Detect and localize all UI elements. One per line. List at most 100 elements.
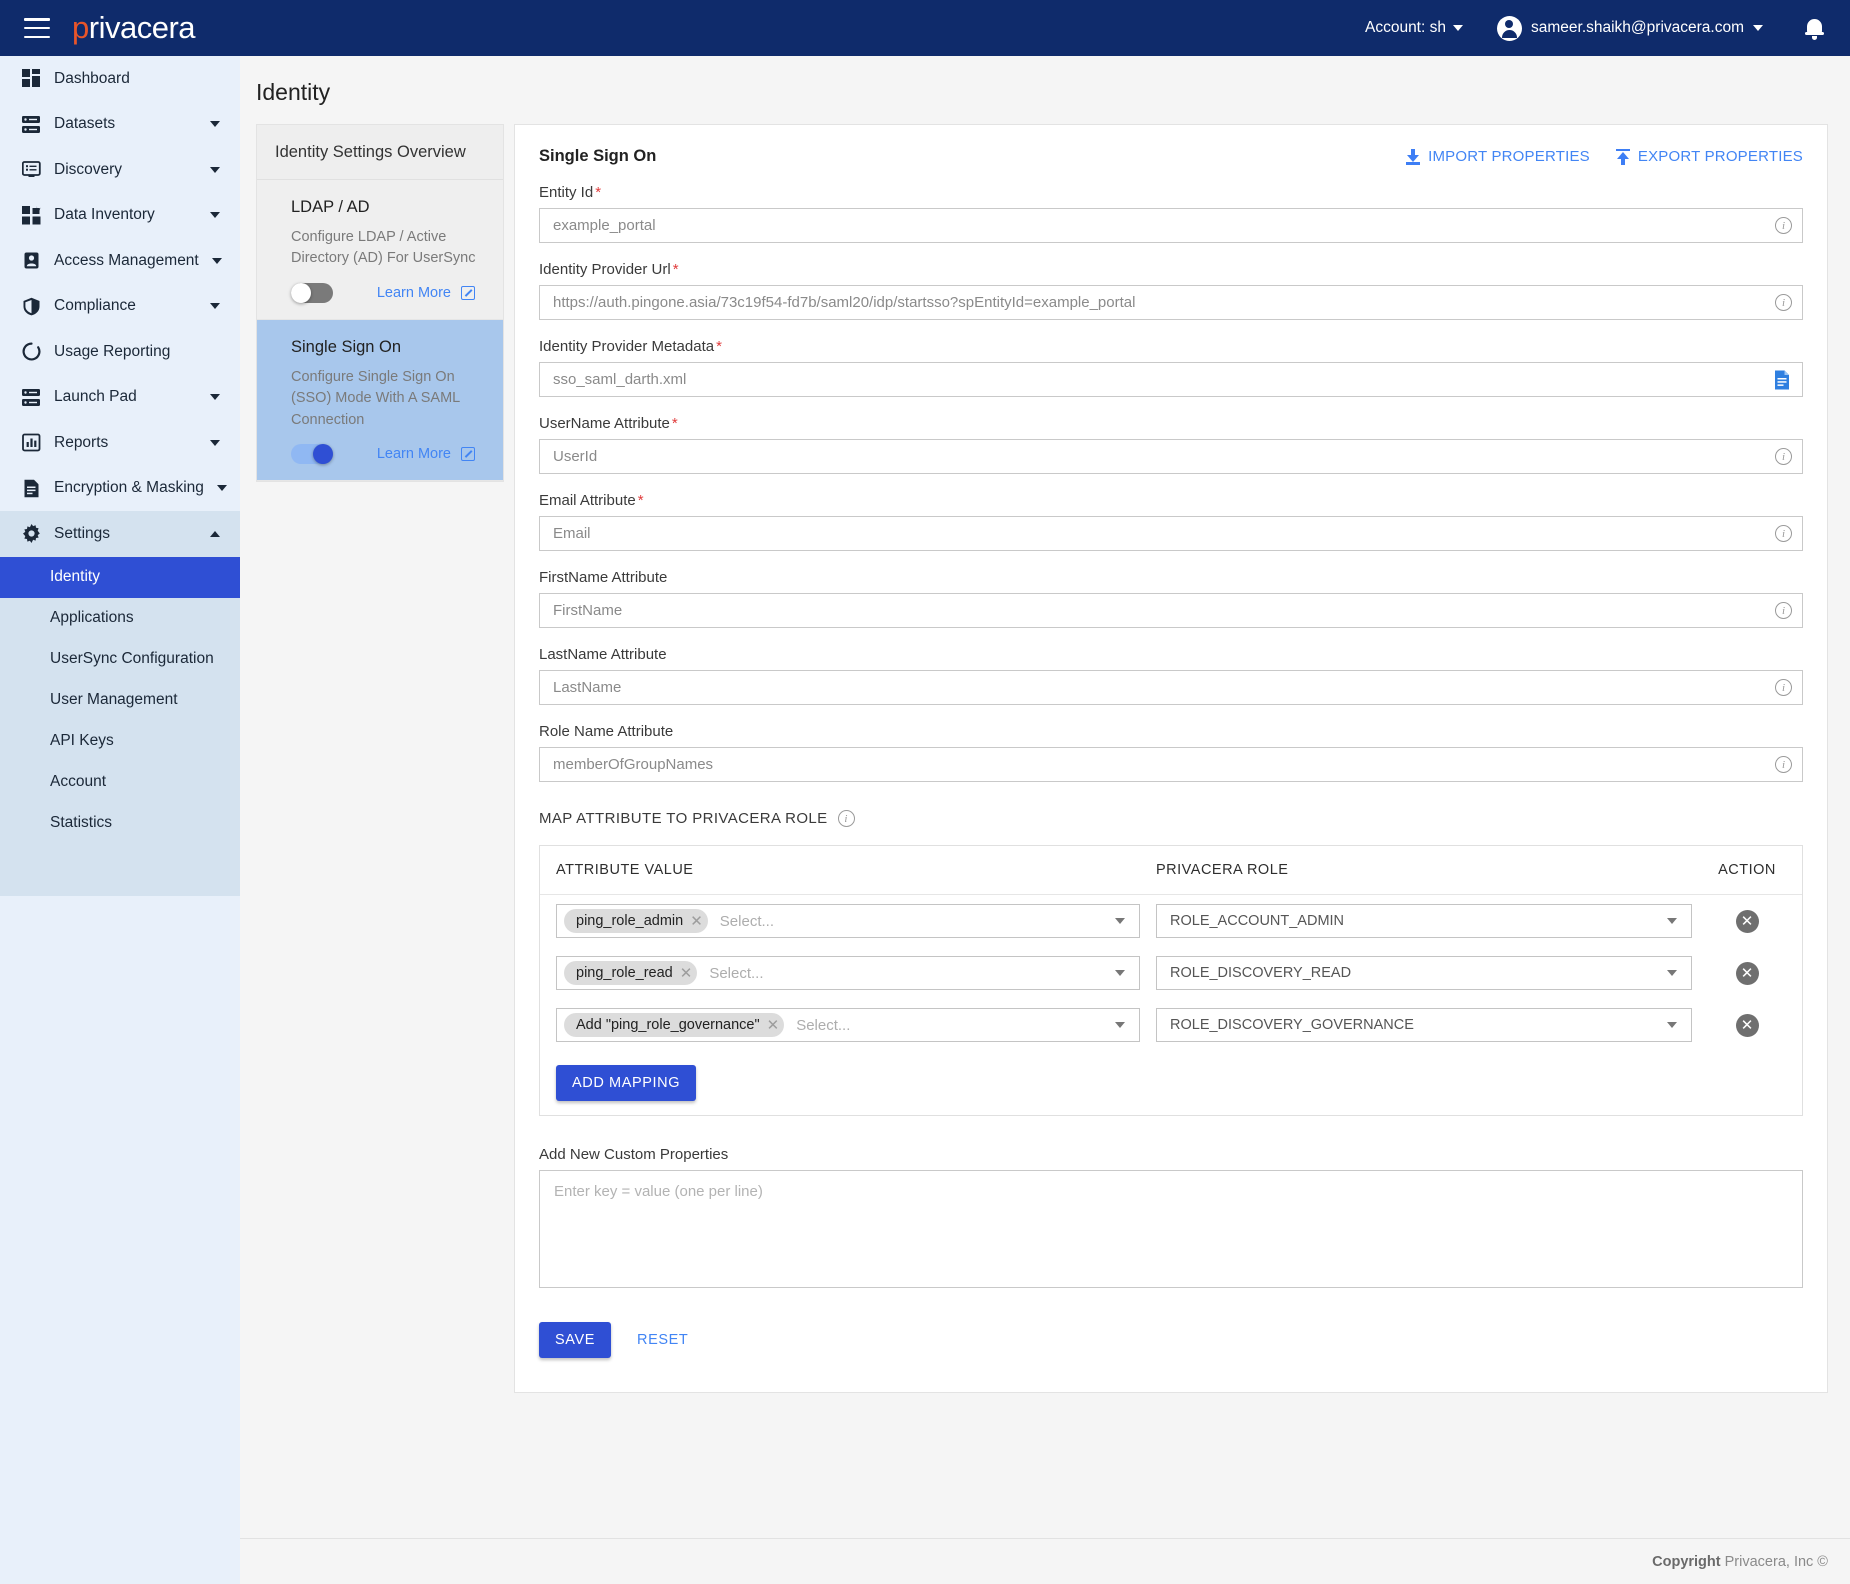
sidebar-item-encryption-masking[interactable]: Encryption & Masking: [0, 466, 240, 512]
learn-more-label: Learn More: [376, 284, 451, 301]
info-icon[interactable]: i: [1775, 525, 1792, 542]
sidebar-item-label: Launch Pad: [54, 388, 137, 406]
sidebar-item-settings[interactable]: Settings: [0, 511, 240, 557]
info-icon[interactable]: i: [1775, 217, 1792, 234]
info-icon[interactable]: i: [1775, 679, 1792, 696]
sidebar-item-account[interactable]: Account: [0, 762, 240, 803]
save-button[interactable]: SAVE: [539, 1322, 612, 1358]
sidebar-item-dashboard[interactable]: Dashboard: [0, 56, 240, 102]
sidebar-item-identity[interactable]: Identity: [0, 556, 240, 598]
field-label: Email Attribute *: [539, 492, 1803, 509]
overview-card-description: Configure Single Sign On (SSO) Mode With…: [291, 368, 460, 428]
ldap-ad-toggle[interactable]: [291, 282, 333, 303]
role-name-attribute-input[interactable]: [540, 756, 1775, 773]
chip-remove-icon[interactable]: ✕: [680, 966, 693, 981]
usage-reporting-icon: [22, 342, 41, 361]
field-identity-provider-url: Identity Provider Url* i: [539, 261, 1803, 320]
field-username-attribute: UserName Attribute* i: [539, 415, 1803, 474]
field-label: LastName Attribute: [539, 646, 667, 663]
privacera-role-select-2[interactable]: ROLE_DISCOVERY_READ: [1156, 956, 1692, 990]
sidebar-item-user-management[interactable]: User Management: [0, 680, 240, 721]
sso-toggle[interactable]: [291, 444, 333, 465]
info-icon[interactable]: i: [1775, 602, 1792, 619]
identity-provider-url-input[interactable]: [540, 294, 1775, 311]
sidebar-item-reports[interactable]: Reports: [0, 420, 240, 466]
launch-pad-icon: [22, 388, 41, 407]
chip-remove-icon[interactable]: ✕: [767, 1018, 780, 1033]
delete-mapping-icon[interactable]: ✕: [1735, 1013, 1759, 1037]
sidebar-item-datasets[interactable]: Datasets: [0, 102, 240, 148]
attribute-value-select-1[interactable]: ping_role_admin ✕ Select...: [556, 904, 1140, 938]
privacera-role-cell: ROLE_DISCOVERY_READ: [1140, 956, 1692, 990]
notification-bell-icon[interactable]: [1805, 17, 1824, 40]
email-attribute-input[interactable]: [540, 525, 1775, 542]
attribute-value-cell: ping_role_admin ✕ Select...: [540, 904, 1140, 938]
export-properties-button[interactable]: EXPORT PROPERTIES: [1615, 148, 1803, 165]
chip-label: Add "ping_role_governance": [576, 1017, 760, 1033]
import-properties-button[interactable]: IMPORT PROPERTIES: [1406, 148, 1590, 165]
sidebar-item-label: Datasets: [54, 115, 116, 133]
sidebar-item-api-keys[interactable]: API Keys: [0, 721, 240, 762]
chevron-down-icon: [1452, 25, 1463, 31]
sidebar-item-usage-reporting[interactable]: Usage Reporting: [0, 329, 240, 375]
overview-card-ldap-ad[interactable]: LDAP / AD Configure LDAP / Active Direct…: [257, 180, 503, 320]
input-wrapper: i: [539, 208, 1803, 243]
attribute-value-select-2[interactable]: ping_role_read ✕ Select...: [556, 956, 1140, 990]
sidebar-item-usersync-configuration[interactable]: UserSync Configuration: [0, 639, 240, 680]
map-attribute-title-text: MAP ATTRIBUTE TO PRIVACERA ROLE: [539, 810, 828, 827]
logo-text: rivacera: [88, 10, 196, 45]
file-upload-icon[interactable]: [1772, 369, 1792, 391]
overview-card-single-sign-on[interactable]: Single Sign On Configure Single Sign On …: [257, 319, 503, 482]
add-mapping-row: ADD MAPPING: [540, 1051, 1802, 1115]
avatar-icon: [1496, 15, 1522, 41]
reset-button[interactable]: RESET: [637, 1332, 688, 1348]
label-text: Entity Id: [539, 184, 594, 201]
ldap-ad-learn-more-link[interactable]: Learn More: [377, 285, 475, 301]
field-email-attribute: Email Attribute* i: [539, 492, 1803, 551]
sidebar-item-statistics[interactable]: Statistics: [0, 803, 240, 844]
chip-remove-icon[interactable]: ✕: [690, 914, 703, 929]
hamburger-menu-icon[interactable]: [24, 18, 50, 38]
field-label: Identity Provider Url *: [539, 261, 1803, 278]
table-row: ping_role_read ✕ Select... ROLE_DISCOVERY…: [540, 947, 1802, 999]
overview-card-description: Configure LDAP / Active Directory (AD) F…: [291, 229, 476, 267]
lastname-attribute-input[interactable]: [540, 679, 1775, 696]
identity-provider-metadata-input[interactable]: [540, 371, 1772, 388]
privacera-role-select-3[interactable]: ROLE_DISCOVERY_GOVERNANCE: [1156, 1008, 1692, 1042]
username-attribute-input[interactable]: [540, 448, 1775, 465]
page-title: Identity: [256, 79, 331, 105]
add-mapping-button[interactable]: ADD MAPPING: [556, 1065, 697, 1101]
account-selector[interactable]: Account: sh: [1365, 19, 1463, 37]
firstname-attribute-input[interactable]: [540, 602, 1775, 619]
user-menu[interactable]: sameer.shaikh@privacera.com: [1496, 15, 1763, 41]
delete-mapping-icon[interactable]: ✕: [1735, 961, 1759, 985]
logo-p-mark: p: [72, 10, 89, 45]
privacera-role-select-1[interactable]: ROLE_ACCOUNT_ADMIN: [1156, 904, 1692, 938]
sidebar-item-compliance[interactable]: Compliance: [0, 284, 240, 330]
info-icon[interactable]: i: [837, 810, 855, 827]
content-area: Identity Identity Settings Overview LDAP…: [240, 56, 1850, 1584]
encryption-masking-icon: [22, 479, 41, 498]
sidebar-item-data-inventory[interactable]: Data Inventory: [0, 193, 240, 239]
user-email-label: sameer.shaikh@privacera.com: [1530, 19, 1744, 36]
info-icon[interactable]: i: [1775, 756, 1792, 773]
column-header-action: ACTION: [1718, 862, 1776, 878]
chevron-down-icon: [1115, 970, 1125, 976]
sidebar-item-access-management[interactable]: Access Management: [0, 238, 240, 284]
required-asterisk: *: [595, 184, 602, 201]
sso-learn-more-link[interactable]: Learn More: [377, 446, 475, 462]
chevron-down-icon: [1753, 25, 1763, 31]
sidebar-item-applications[interactable]: Applications: [0, 598, 240, 639]
sidebar-item-launch-pad[interactable]: Launch Pad: [0, 375, 240, 421]
info-icon[interactable]: i: [1775, 448, 1792, 465]
sidebar-item-discovery[interactable]: Discovery: [0, 147, 240, 193]
custom-properties-textarea[interactable]: Enter key = value (one per line): [539, 1170, 1803, 1288]
delete-mapping-icon[interactable]: ✕: [1735, 909, 1759, 933]
shield-icon: [22, 297, 41, 316]
attribute-chip: Add "ping_role_governance" ✕: [564, 1013, 785, 1037]
attribute-value-select-3[interactable]: Add "ping_role_governance" ✕ Select...: [556, 1008, 1140, 1042]
info-icon[interactable]: i: [1775, 294, 1792, 311]
form-header: Single Sign On IMPORT PROPERTIES EXPORT …: [515, 125, 1827, 184]
external-link-icon: [461, 447, 475, 462]
entity-id-input[interactable]: [540, 217, 1775, 234]
